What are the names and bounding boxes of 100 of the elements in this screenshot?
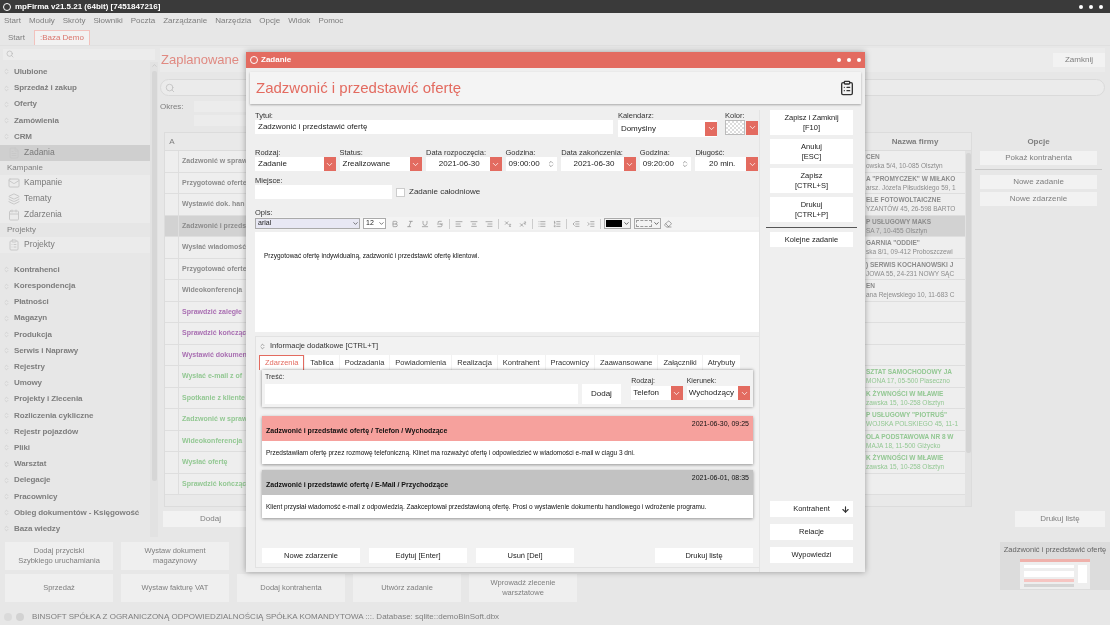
- format-icon[interactable]: [538, 219, 546, 228]
- collapse-icon[interactable]: [259, 342, 266, 350]
- spin-icon: [547, 160, 556, 168]
- sidebar-section[interactable]: Delegacje: [0, 472, 150, 489]
- sidebar-section[interactable]: Produkcja: [0, 326, 150, 343]
- format-icon[interactable]: [587, 219, 595, 228]
- sidebar-section[interactable]: Obieg dokumentów - Księgowość: [0, 504, 150, 521]
- format-icon[interactable]: [421, 219, 429, 228]
- scrollbar[interactable]: [150, 61, 158, 537]
- sidebar-section[interactable]: Ulubione: [0, 63, 150, 81]
- sidebar-section[interactable]: Pliki: [0, 439, 150, 457]
- sidebar-section[interactable]: Baza wiedzy: [0, 520, 150, 537]
- chevron-down-icon: [378, 220, 385, 227]
- menu-item[interactable]: Narzędzia: [215, 14, 252, 27]
- checkbox[interactable]: [396, 187, 405, 197]
- chevron-down-icon: [653, 220, 660, 227]
- dropdown-button[interactable]: [623, 157, 636, 171]
- dropdown-button[interactable]: [489, 157, 502, 171]
- menu-item[interactable]: Zarządzanie: [163, 14, 208, 27]
- dropdown-button[interactable]: [746, 157, 758, 171]
- menu-item[interactable]: Poczta: [130, 14, 156, 27]
- sidebar-section[interactable]: Magazyn: [0, 310, 150, 327]
- date-field[interactable]: 2021-06-30: [561, 157, 636, 171]
- window-thumbnail: [1020, 559, 1090, 590]
- menu-item[interactable]: Skróty: [62, 14, 86, 27]
- dropdown-button[interactable]: [670, 386, 683, 400]
- eraser-icon[interactable]: [664, 219, 672, 228]
- sidebar-item[interactable]: Zdarzenia: [0, 206, 150, 223]
- sidebar-section[interactable]: Sprzedaż i zakup: [0, 80, 150, 97]
- format-icon[interactable]: [553, 219, 561, 228]
- sidebar-section[interactable]: Rozliczenia cykliczne: [0, 407, 150, 424]
- sidebar-section[interactable]: Pracownicy: [0, 488, 150, 505]
- column-header[interactable]: A: [165, 133, 179, 150]
- sidebar-item[interactable]: Zadania: [0, 144, 150, 161]
- sidebar-item[interactable]: Projekty: [0, 236, 150, 253]
- dropdown-button[interactable]: [323, 157, 336, 171]
- text-color-select[interactable]: [604, 218, 631, 229]
- search-field[interactable]: [3, 49, 155, 60]
- option-button[interactable]: Nowe zadanie: [980, 175, 1097, 189]
- event-card[interactable]: [262, 470, 753, 518]
- format-icon[interactable]: [436, 219, 444, 228]
- sidebar-section[interactable]: Oferty: [0, 96, 150, 113]
- sidebar-section[interactable]: Warsztat: [0, 456, 150, 473]
- option-button[interactable]: Pokaż kontrahenta: [980, 151, 1097, 165]
- tab[interactable]: :Baza Demo: [33, 30, 90, 45]
- format-icon[interactable]: [470, 219, 478, 228]
- format-icon[interactable]: [391, 219, 399, 228]
- dropdown-button[interactable]: [410, 157, 422, 171]
- sidebar-section[interactable]: Serwis i Naprawy: [0, 342, 150, 359]
- sidebar-section[interactable]: Kontrahenci: [0, 261, 150, 278]
- sidebar-section[interactable]: Umowy: [0, 375, 150, 392]
- format-icon[interactable]: [455, 219, 463, 228]
- add-event-button[interactable]: Dodaj: [581, 384, 622, 404]
- sidebar-section[interactable]: Zamówienia: [0, 112, 150, 129]
- sidebar-section[interactable]: Projekty i Zlecenia: [0, 391, 150, 408]
- format-icon[interactable]: [485, 219, 493, 228]
- close-button[interactable]: Zamknij: [1053, 53, 1105, 67]
- menu-item[interactable]: Słowniki: [93, 14, 123, 27]
- select-field[interactable]: Telefon: [631, 386, 683, 400]
- format-icon[interactable]: [504, 219, 512, 228]
- time-field[interactable]: 09:00:00: [505, 157, 558, 171]
- dropdown-button[interactable]: [705, 121, 717, 136]
- menu-item[interactable]: Widok: [288, 14, 311, 27]
- spin-icon: [681, 160, 690, 168]
- format-icon[interactable]: [572, 219, 580, 228]
- menu-item[interactable]: Pomoc: [318, 14, 344, 27]
- sidebar-section[interactable]: Korespondencja: [0, 278, 150, 295]
- date-field[interactable]: 2021-06-30: [426, 157, 502, 171]
- sidebar-item[interactable]: Kampanie: [0, 174, 150, 191]
- dropdown-button[interactable]: [738, 386, 750, 400]
- menu-item[interactable]: Start: [4, 14, 21, 27]
- time-field[interactable]: 09:20:00: [639, 157, 692, 171]
- select-field[interactable]: Domyślny: [617, 120, 717, 137]
- menu-item[interactable]: Moduły: [28, 14, 55, 27]
- highlight-color-select[interactable]: [634, 218, 661, 229]
- select-field[interactable]: Zadanie: [255, 157, 336, 171]
- menu-item[interactable]: Opcje: [259, 14, 281, 27]
- date-field[interactable]: 20 min.: [695, 157, 758, 171]
- select-field[interactable]: Wychodzący: [686, 386, 750, 400]
- dropdown-button[interactable]: [746, 120, 758, 135]
- select-field[interactable]: Zrealizowane: [339, 157, 422, 171]
- scrollbar[interactable]: [965, 151, 971, 506]
- options-title: Opcje: [1026, 136, 1051, 148]
- document-icon: [839, 78, 855, 98]
- sidebar-section[interactable]: Rejestr pojazdów: [0, 423, 150, 440]
- document-icon: [8, 238, 20, 251]
- sidebar-section[interactable]: CRM: [0, 128, 150, 145]
- document-icon: [8, 176, 20, 189]
- print-button[interactable]: Drukuj listę: [1015, 511, 1105, 527]
- document-icon: [8, 192, 20, 205]
- option-button[interactable]: Nowe zdarzenie: [980, 192, 1097, 206]
- sidebar-section[interactable]: Rejestry: [0, 358, 150, 376]
- column-header[interactable]: Nazwa firmy: [865, 133, 965, 150]
- sidebar-item[interactable]: Tematy: [0, 190, 150, 207]
- tab[interactable]: Start: [3, 30, 30, 45]
- text-field[interactable]: Zadzwonić i przedstawić ofertę: [255, 120, 613, 134]
- sidebar-section[interactable]: Płatności: [0, 294, 150, 311]
- color-picker[interactable]: [725, 120, 758, 135]
- format-icon[interactable]: [406, 219, 414, 228]
- format-icon[interactable]: [519, 219, 527, 228]
